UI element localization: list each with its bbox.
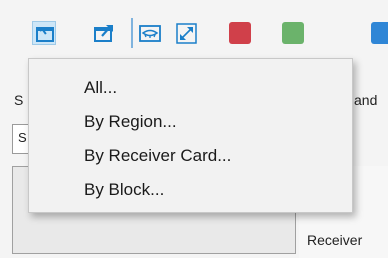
toolbar-separator [131,18,133,48]
background-label: S [14,92,24,108]
blue-color-button[interactable] [371,22,388,44]
fullscreen-button[interactable] [175,21,199,45]
toolbar [0,0,388,62]
export-screen-icon [94,25,113,42]
view-button[interactable] [138,21,162,45]
menu-item-by-block[interactable]: By Block... [29,173,352,207]
menu-item-by-receiver-card[interactable]: By Receiver Card... [29,139,352,173]
expand-diagonal-icon [176,23,197,44]
red-color-button[interactable] [229,22,251,44]
eye-frame-icon [139,25,161,42]
import-dropdown-menu: All... By Region... By Receiver Card... … [28,58,353,213]
background-label-right: and [354,92,378,108]
receiver-label: Receiver [307,232,363,248]
import-button[interactable] [32,21,56,45]
import-screen-icon [36,27,54,42]
menu-item-by-region[interactable]: By Region... [29,105,352,139]
green-color-button[interactable] [282,22,304,44]
export-button[interactable] [92,21,116,45]
menu-item-all[interactable]: All... [29,71,352,105]
